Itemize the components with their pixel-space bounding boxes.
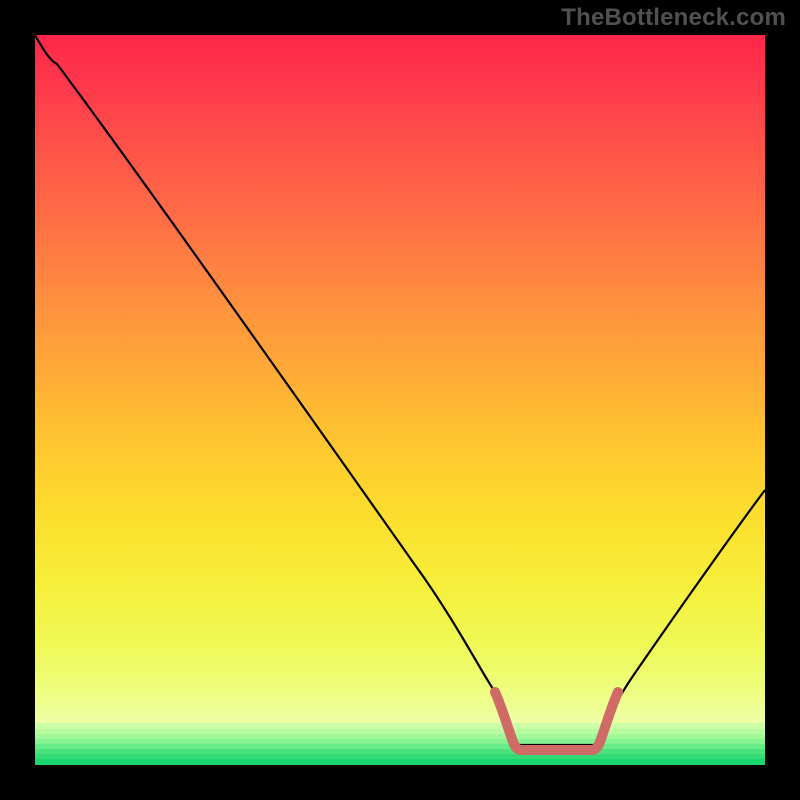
bottleneck-curve bbox=[35, 35, 765, 745]
curve-layer bbox=[35, 35, 765, 765]
plot-area bbox=[35, 35, 765, 765]
highlight-segment bbox=[495, 692, 618, 750]
chart-frame: TheBottleneck.com bbox=[0, 0, 800, 800]
watermark-text: TheBottleneck.com bbox=[561, 4, 786, 32]
